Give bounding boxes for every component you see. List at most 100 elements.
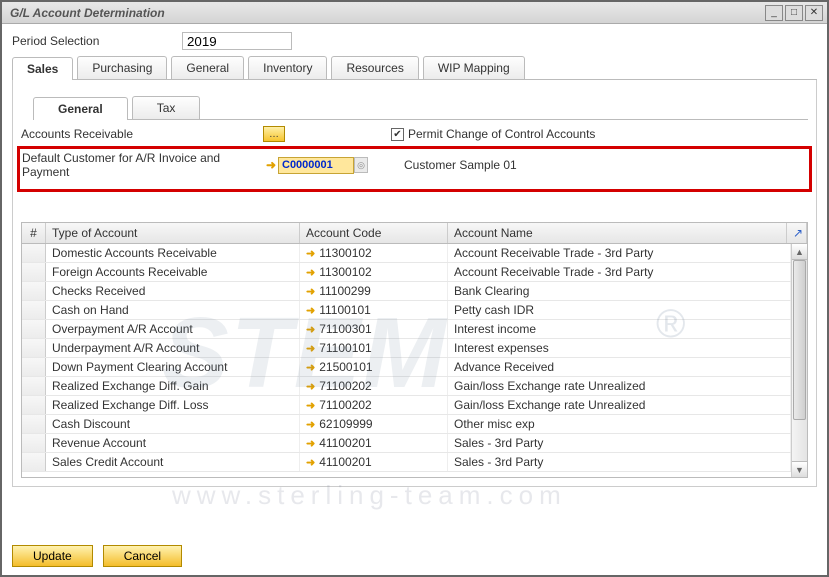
link-arrow-icon[interactable]: ➜ [306, 418, 315, 431]
row-num-cell [22, 282, 46, 300]
row-name-cell: Petty cash IDR [448, 301, 791, 319]
cancel-button[interactable]: Cancel [103, 545, 182, 567]
tab-inventory[interactable]: Inventory [248, 56, 327, 79]
default-customer-highlight: Default Customer for A/R Invoice and Pay… [17, 146, 812, 192]
table-row[interactable]: Foreign Accounts Receivable➜11300102Acco… [22, 263, 791, 282]
maximize-button[interactable]: □ [785, 5, 803, 21]
close-button[interactable]: ✕ [805, 5, 823, 21]
link-arrow-icon[interactable]: ➜ [306, 399, 315, 412]
tab-general[interactable]: General [171, 56, 244, 79]
grid-header-code[interactable]: Account Code [300, 223, 448, 243]
row-code-cell[interactable]: ➜21500101 [300, 358, 448, 376]
link-arrow-icon[interactable]: ➜ [306, 437, 315, 450]
row-num-cell [22, 396, 46, 414]
table-row[interactable]: Underpayment A/R Account➜71100101Interes… [22, 339, 791, 358]
row-code-cell[interactable]: ➜71100202 [300, 396, 448, 414]
row-type-cell: Down Payment Clearing Account [46, 358, 300, 376]
scroll-down-icon[interactable]: ▼ [792, 461, 807, 477]
row-code-cell[interactable]: ➜41100201 [300, 434, 448, 452]
row-num-cell [22, 301, 46, 319]
link-arrow-icon[interactable]: ➜ [306, 323, 315, 336]
main-tabstrip: Sales Purchasing General Inventory Resou… [12, 56, 817, 80]
row-code-cell[interactable]: ➜11100299 [300, 282, 448, 300]
row-type-cell: Cash Discount [46, 415, 300, 433]
table-row[interactable]: Down Payment Clearing Account➜21500101Ad… [22, 358, 791, 377]
row-type-cell: Domestic Accounts Receivable [46, 244, 300, 262]
row-type-cell: Realized Exchange Diff. Gain [46, 377, 300, 395]
table-row[interactable]: Checks Received➜11100299Bank Clearing [22, 282, 791, 301]
tab-purchasing[interactable]: Purchasing [77, 56, 167, 79]
row-name-cell: Interest income [448, 320, 791, 338]
sub-tabstrip: General Tax [33, 96, 808, 120]
table-row[interactable]: Overpayment A/R Account➜71100301Interest… [22, 320, 791, 339]
row-code-cell[interactable]: ➜62109999 [300, 415, 448, 433]
link-arrow-icon[interactable]: ➜ [306, 285, 315, 298]
scroll-thumb[interactable] [793, 260, 806, 420]
row-name-cell: Interest expenses [448, 339, 791, 357]
link-arrow-icon[interactable]: ➜ [306, 304, 315, 317]
table-row[interactable]: Realized Exchange Diff. Loss➜71100202Gai… [22, 396, 791, 415]
grid-expand-icon[interactable]: ↗ [787, 223, 807, 243]
default-customer-name: Customer Sample 01 [404, 158, 517, 172]
link-arrow-icon[interactable]: ➜ [306, 247, 315, 260]
row-num-cell [22, 244, 46, 262]
row-num-cell [22, 320, 46, 338]
tab-resources[interactable]: Resources [331, 56, 418, 79]
subtab-general[interactable]: General [33, 97, 128, 120]
row-name-cell: Other misc exp [448, 415, 791, 433]
tab-sales[interactable]: Sales [12, 57, 73, 80]
row-type-cell: Realized Exchange Diff. Loss [46, 396, 300, 414]
row-num-cell [22, 434, 46, 452]
tab-wip-mapping[interactable]: WIP Mapping [423, 56, 525, 79]
grid-scrollbar[interactable]: ▲ ▼ [791, 244, 807, 477]
row-code-cell[interactable]: ➜71100301 [300, 320, 448, 338]
row-num-cell [22, 453, 46, 471]
permit-checkbox[interactable]: ✔ [391, 128, 404, 141]
link-arrow-icon[interactable]: ➜ [306, 380, 315, 393]
row-type-cell: Revenue Account [46, 434, 300, 452]
row-type-cell: Sales Credit Account [46, 453, 300, 471]
permit-label: Permit Change of Control Accounts [408, 127, 595, 141]
row-type-cell: Overpayment A/R Account [46, 320, 300, 338]
link-arrow-icon[interactable]: ➜ [306, 361, 315, 374]
default-customer-code-input[interactable] [278, 157, 354, 174]
grid-header-type[interactable]: Type of Account [46, 223, 300, 243]
grid-body: Domestic Accounts Receivable➜11300102Acc… [22, 244, 791, 477]
row-type-cell: Cash on Hand [46, 301, 300, 319]
row-code-cell[interactable]: ➜11300102 [300, 263, 448, 281]
row-num-cell [22, 263, 46, 281]
table-row[interactable]: Cash Discount➜62109999Other misc exp [22, 415, 791, 434]
update-button[interactable]: Update [12, 545, 93, 567]
table-row[interactable]: Realized Exchange Diff. Gain➜71100202Gai… [22, 377, 791, 396]
row-code-cell[interactable]: ➜71100101 [300, 339, 448, 357]
link-arrow-icon[interactable]: ➜ [306, 456, 315, 469]
table-row[interactable]: Revenue Account➜41100201Sales - 3rd Part… [22, 434, 791, 453]
accounts-receivable-browse-button[interactable]: … [263, 126, 285, 142]
row-code-cell[interactable]: ➜41100201 [300, 453, 448, 471]
subtab-tax[interactable]: Tax [132, 96, 201, 119]
link-arrow-icon[interactable]: ➜ [306, 342, 315, 355]
row-code-cell[interactable]: ➜11300102 [300, 244, 448, 262]
row-name-cell: Sales - 3rd Party [448, 453, 791, 471]
grid-header-name[interactable]: Account Name [448, 223, 787, 243]
customer-search-icon[interactable]: ◎ [354, 157, 368, 173]
table-row[interactable]: Cash on Hand➜11100101Petty cash IDR [22, 301, 791, 320]
default-customer-label: Default Customer for A/R Invoice and Pay… [22, 151, 262, 179]
accounts-receivable-label: Accounts Receivable [21, 127, 261, 141]
row-type-cell: Checks Received [46, 282, 300, 300]
row-num-cell [22, 377, 46, 395]
row-code-cell[interactable]: ➜71100202 [300, 377, 448, 395]
table-row[interactable]: Domestic Accounts Receivable➜11300102Acc… [22, 244, 791, 263]
link-arrow-icon[interactable]: ➜ [306, 266, 315, 279]
period-input[interactable] [182, 32, 292, 50]
row-name-cell: Account Receivable Trade - 3rd Party [448, 244, 791, 262]
table-row[interactable]: Sales Credit Account➜41100201Sales - 3rd… [22, 453, 791, 472]
grid-header-num[interactable]: # [22, 223, 46, 243]
row-name-cell: Sales - 3rd Party [448, 434, 791, 452]
link-arrow-icon[interactable]: ➜ [264, 158, 278, 172]
scroll-up-icon[interactable]: ▲ [792, 244, 807, 260]
minimize-button[interactable]: _ [765, 5, 783, 21]
row-name-cell: Gain/loss Exchange rate Unrealized [448, 396, 791, 414]
row-code-cell[interactable]: ➜11100101 [300, 301, 448, 319]
row-num-cell [22, 339, 46, 357]
